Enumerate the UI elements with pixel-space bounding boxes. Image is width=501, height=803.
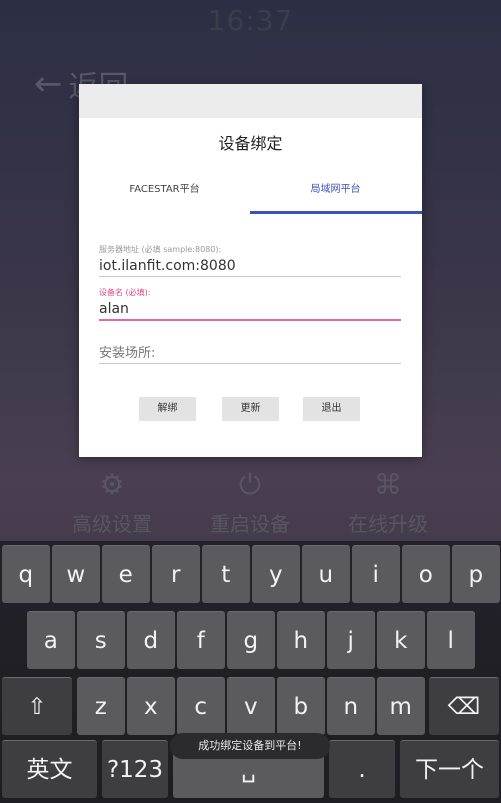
advanced-settings-item[interactable]: ⚙ 高级设置 bbox=[62, 468, 162, 537]
next-key[interactable]: 下一个 bbox=[400, 740, 499, 798]
device-name-input[interactable] bbox=[99, 299, 401, 319]
restart-device-item[interactable]: ⏻ 重启设备 bbox=[200, 468, 300, 537]
restart-device-label: 重启设备 bbox=[210, 512, 290, 536]
exit-button[interactable]: 退出 bbox=[303, 397, 360, 421]
dialog-title: 设备绑定 bbox=[218, 134, 283, 153]
status-time: 16:37 bbox=[207, 4, 294, 37]
key-s[interactable]: s bbox=[77, 611, 125, 669]
key-p[interactable]: p bbox=[452, 545, 500, 603]
key-m[interactable]: m bbox=[377, 677, 425, 735]
location-input[interactable] bbox=[99, 344, 401, 363]
device-binding-dialog: 设备绑定 FACESTAR平台 局域网平台 服务器地址 (必填 sample:8… bbox=[79, 84, 422, 457]
key-r[interactable]: r bbox=[152, 545, 200, 603]
back-arrow-icon: ← bbox=[34, 64, 63, 104]
numbers-key[interactable]: ?123 bbox=[102, 740, 168, 798]
grid-icon: ⌘ bbox=[374, 468, 402, 501]
key-e[interactable]: e bbox=[102, 545, 150, 603]
key-j[interactable]: j bbox=[327, 611, 375, 669]
location-underline bbox=[99, 363, 401, 364]
update-button[interactable]: 更新 bbox=[222, 397, 279, 421]
key-c[interactable]: c bbox=[177, 677, 225, 735]
key-b[interactable]: b bbox=[277, 677, 325, 735]
key-h[interactable]: h bbox=[277, 611, 325, 669]
key-d[interactable]: d bbox=[127, 611, 175, 669]
online-upgrade-label: 在线升级 bbox=[348, 512, 428, 536]
key-f[interactable]: f bbox=[177, 611, 225, 669]
key-o[interactable]: o bbox=[402, 545, 450, 603]
shift-key[interactable]: ⇧ bbox=[2, 677, 72, 735]
platform-tabs: FACESTAR平台 局域网平台 bbox=[79, 180, 422, 214]
unbind-button[interactable]: 解绑 bbox=[139, 397, 196, 421]
period-key[interactable]: . bbox=[329, 740, 395, 798]
gear-icon: ⚙ bbox=[99, 468, 125, 501]
online-upgrade-item[interactable]: ⌘ 在线升级 bbox=[338, 468, 438, 537]
location-field bbox=[99, 342, 401, 364]
power-icon: ⏻ bbox=[238, 468, 262, 501]
device-name-field: 设备名 (必填): bbox=[99, 287, 401, 321]
key-a[interactable]: a bbox=[27, 611, 75, 669]
key-y[interactable]: y bbox=[252, 545, 300, 603]
key-l[interactable]: l bbox=[427, 611, 475, 669]
background-settings-row: ⚙ 高级设置 ⏻ 重启设备 ⌘ 在线升级 bbox=[0, 468, 501, 548]
key-v[interactable]: v bbox=[227, 677, 275, 735]
key-g[interactable]: g bbox=[227, 611, 275, 669]
server-address-label: 服务器地址 (必填 sample:8080): bbox=[99, 245, 222, 254]
key-t[interactable]: t bbox=[202, 545, 250, 603]
tab-facestar[interactable]: FACESTAR平台 bbox=[79, 180, 250, 212]
device-name-underline bbox=[99, 319, 401, 321]
key-z[interactable]: z bbox=[77, 677, 125, 735]
key-x[interactable]: x bbox=[127, 677, 175, 735]
tab-lan-platform[interactable]: 局域网平台 bbox=[250, 180, 421, 212]
backspace-key[interactable]: ⌫ bbox=[429, 677, 499, 735]
server-address-underline bbox=[99, 276, 401, 277]
server-address-field: 服务器地址 (必填 sample:8080): bbox=[99, 244, 401, 277]
key-q[interactable]: q bbox=[2, 545, 50, 603]
server-address-input[interactable] bbox=[99, 256, 401, 276]
key-w[interactable]: w bbox=[52, 545, 100, 603]
key-n[interactable]: n bbox=[327, 677, 375, 735]
language-key[interactable]: 英文 bbox=[2, 740, 97, 798]
toast-message: 成功绑定设备到平台! bbox=[170, 733, 330, 759]
key-u[interactable]: u bbox=[302, 545, 350, 603]
key-i[interactable]: i bbox=[352, 545, 400, 603]
tab-indicator bbox=[250, 211, 422, 214]
advanced-settings-label: 高级设置 bbox=[72, 512, 152, 536]
key-k[interactable]: k bbox=[377, 611, 425, 669]
device-name-label: 设备名 (必填): bbox=[99, 288, 151, 297]
soft-keyboard: q w e r t y u i o p a s d f g h j k l ⇧ z x c v b n m ⌫ 英文 ?123 ␣. 下一个 bbox=[0, 541, 501, 803]
dialog-top-bar bbox=[79, 84, 422, 118]
